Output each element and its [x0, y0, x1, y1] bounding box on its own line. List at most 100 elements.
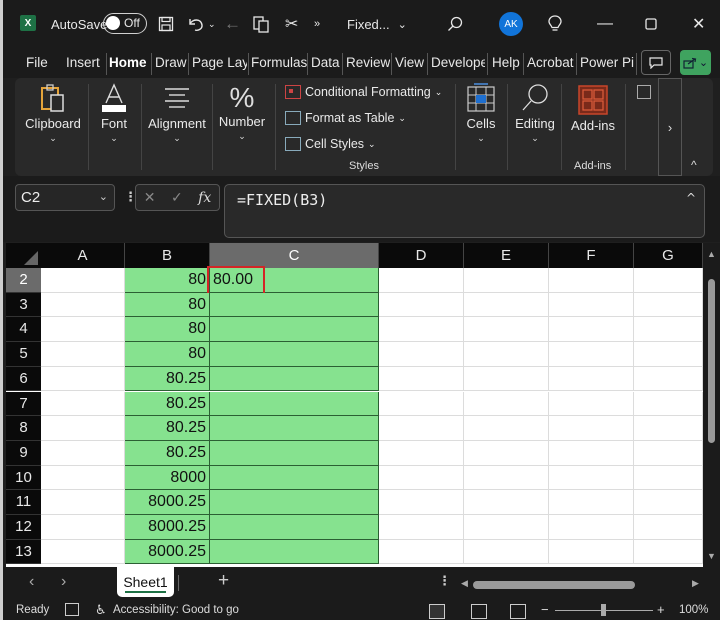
- cell-a9[interactable]: [41, 440, 125, 466]
- autosave-toggle[interactable]: Off: [103, 13, 147, 34]
- cell-g5[interactable]: [634, 342, 703, 367]
- row-header[interactable]: 11: [6, 490, 41, 515]
- cell-f5[interactable]: [549, 342, 634, 367]
- cell-e3[interactable]: [464, 292, 549, 318]
- tab-acrobat[interactable]: Acrobat: [527, 55, 574, 70]
- page-break-view-icon[interactable]: [510, 604, 526, 619]
- cell-a10[interactable]: [41, 465, 125, 491]
- row-header[interactable]: 7: [6, 391, 41, 417]
- horizontal-scroll-thumb[interactable]: [473, 581, 635, 589]
- zoom-slider-thumb[interactable]: [601, 604, 606, 616]
- accessibility-status[interactable]: Accessibility: Good to go: [113, 604, 239, 616]
- cell-d13[interactable]: [379, 539, 464, 565]
- cell-b11[interactable]: 8000.25: [125, 490, 210, 515]
- cell-a6[interactable]: [41, 366, 125, 392]
- cell-f12[interactable]: [549, 515, 634, 540]
- row-header[interactable]: 2: [6, 268, 41, 293]
- cell-e12[interactable]: [464, 515, 549, 540]
- cell-g7[interactable]: [634, 391, 703, 417]
- cell-a11[interactable]: [41, 490, 125, 515]
- add-sheet-icon[interactable]: +: [218, 570, 229, 592]
- cell-g6[interactable]: [634, 366, 703, 392]
- cell-e6[interactable]: [464, 366, 549, 392]
- tab-data[interactable]: Data: [311, 55, 340, 70]
- save-icon[interactable]: [158, 0, 174, 48]
- enter-icon[interactable]: ✓: [171, 189, 183, 206]
- sheet-tab-sheet1[interactable]: Sheet1: [117, 567, 174, 597]
- close-icon[interactable]: ✕: [692, 0, 705, 48]
- cell-g12[interactable]: [634, 515, 703, 540]
- cells-button[interactable]: Cells ⌄: [463, 83, 499, 144]
- cell-d5[interactable]: [379, 342, 464, 367]
- column-header-a[interactable]: A: [41, 243, 125, 268]
- cell-c6[interactable]: [210, 366, 379, 392]
- tab-review[interactable]: Review: [346, 55, 390, 70]
- alignment-button[interactable]: Alignment ⌄: [147, 83, 207, 144]
- row-header[interactable]: 9: [6, 440, 41, 466]
- tab-formulas[interactable]: Formulas: [251, 55, 307, 70]
- cell-b4[interactable]: 80: [125, 317, 210, 343]
- cell-d3[interactable]: [379, 292, 464, 318]
- cell-b5[interactable]: 80: [125, 342, 210, 367]
- conditional-formatting-button[interactable]: Conditional Formatting ⌄: [285, 85, 442, 99]
- zoom-out-icon[interactable]: −: [541, 602, 549, 617]
- zoom-level[interactable]: 100%: [679, 604, 708, 616]
- cell-f8[interactable]: [549, 416, 634, 441]
- cell-c3[interactable]: [210, 292, 379, 318]
- cell-d11[interactable]: [379, 490, 464, 515]
- cell-a7[interactable]: [41, 391, 125, 417]
- cell-d12[interactable]: [379, 515, 464, 540]
- cell-f13[interactable]: [549, 539, 634, 565]
- cell-b7[interactable]: 80.25: [125, 391, 210, 417]
- cell-e2[interactable]: [464, 268, 549, 293]
- tab-help[interactable]: Help: [492, 55, 520, 70]
- tab-draw[interactable]: Draw: [155, 55, 187, 70]
- cell-b9[interactable]: 80.25: [125, 440, 210, 466]
- page-layout-view-icon[interactable]: [471, 604, 487, 619]
- undo-icon[interactable]: ⌄: [187, 0, 216, 48]
- row-header[interactable]: 10: [6, 465, 41, 491]
- cell-e5[interactable]: [464, 342, 549, 367]
- chevron-up-icon[interactable]: ^: [686, 191, 696, 205]
- cell-a13[interactable]: [41, 539, 125, 565]
- cell-b8[interactable]: 80.25: [125, 416, 210, 441]
- tab-home[interactable]: Home: [109, 55, 147, 70]
- cell-b6[interactable]: 80.25: [125, 366, 210, 392]
- cell-c11[interactable]: [210, 490, 379, 515]
- cancel-icon[interactable]: ✕: [144, 189, 156, 206]
- more-icon[interactable]: »: [314, 0, 320, 48]
- cell-d10[interactable]: [379, 465, 464, 491]
- cell-c12[interactable]: [210, 515, 379, 540]
- redo-icon[interactable]: ←: [224, 0, 241, 48]
- copy-icon[interactable]: [253, 0, 269, 48]
- cell-b13[interactable]: 8000.25: [125, 539, 210, 565]
- cell-d6[interactable]: [379, 366, 464, 392]
- cell-g9[interactable]: [634, 440, 703, 466]
- minimize-icon[interactable]: —: [597, 0, 613, 48]
- cell-f7[interactable]: [549, 391, 634, 417]
- cell-g10[interactable]: [634, 465, 703, 491]
- cell-f3[interactable]: [549, 292, 634, 318]
- cell-f11[interactable]: [549, 490, 634, 515]
- cell-f6[interactable]: [549, 366, 634, 392]
- row-header[interactable]: 12: [6, 515, 41, 540]
- tab-developer[interactable]: Developer: [431, 55, 485, 70]
- select-all-button[interactable]: [6, 243, 41, 268]
- cell-c10[interactable]: [210, 465, 379, 491]
- cell-d2[interactable]: [379, 268, 464, 293]
- cell-e13[interactable]: [464, 539, 549, 565]
- avatar[interactable]: AK: [499, 12, 523, 36]
- cell-g3[interactable]: [634, 292, 703, 318]
- vertical-scroll-thumb[interactable]: [708, 279, 715, 443]
- row-header[interactable]: 4: [6, 317, 41, 343]
- cell-g11[interactable]: [634, 490, 703, 515]
- cell-f2[interactable]: [549, 268, 634, 293]
- cell-f9[interactable]: [549, 440, 634, 466]
- tab-insert[interactable]: Insert: [66, 55, 100, 70]
- row-header[interactable]: 3: [6, 292, 41, 318]
- cell-a8[interactable]: [41, 416, 125, 441]
- row-header[interactable]: 5: [6, 342, 41, 367]
- cell-e11[interactable]: [464, 490, 549, 515]
- cell-e8[interactable]: [464, 416, 549, 441]
- formula-input[interactable]: =FIXED(B3) ^: [224, 184, 705, 238]
